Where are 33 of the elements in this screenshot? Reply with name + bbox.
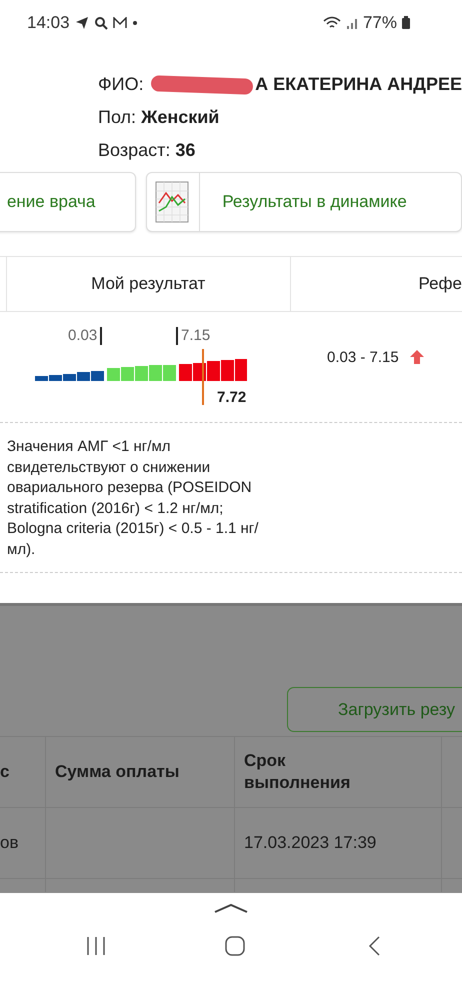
dot-icon	[132, 20, 138, 26]
wifi-icon	[322, 16, 341, 30]
chevron-up-icon[interactable]	[214, 903, 248, 913]
recent-apps-icon[interactable]	[85, 935, 107, 957]
age-label: Возраст:	[98, 140, 170, 161]
column-header: Мой результат	[6, 257, 290, 311]
home-icon[interactable]	[224, 935, 246, 957]
line-chart-icon[interactable]	[155, 181, 190, 223]
sex-label: Пол:	[98, 107, 136, 128]
table-cell: ов	[0, 808, 46, 878]
mail-icon	[112, 16, 127, 28]
patient-name: А ЕКАТЕРИНА АНДРЕЕ	[255, 74, 462, 95]
search-icon	[94, 16, 108, 30]
column-header: Рефе	[418, 274, 462, 294]
paper-plane-icon	[74, 16, 89, 30]
reference-range: 0.03 - 7.15	[327, 348, 399, 366]
column-header: Сумма оплаты	[46, 737, 235, 807]
high-threshold: 7.15	[176, 327, 210, 345]
column-header: Срок выполнения	[235, 737, 442, 807]
doctor-button[interactable]: ение врача	[0, 172, 136, 232]
sex-value: Женский	[141, 107, 220, 128]
name-label: ФИО:	[98, 74, 144, 95]
battery-icon	[402, 16, 410, 29]
age-value: 36	[175, 140, 196, 161]
table-cell: 17.03.2023 17:39	[235, 808, 442, 878]
result-value: 7.72	[217, 389, 246, 406]
status-time: 14:03	[27, 12, 70, 32]
note-text: Значения АМГ <1 нг/мл свидетельствуют о снижении овариального резерва (POSEIDON stratification (2016г) < 1.2 нг/мл; Bologna criteria (2015г) < 0.5 - 1.1 нг/мл).	[7, 437, 260, 560]
battery-percent: 77%	[362, 12, 397, 32]
low-threshold: 0.03	[68, 327, 102, 345]
signal-icon	[346, 16, 358, 28]
result-marker	[202, 349, 204, 405]
column-header: с	[0, 737, 46, 807]
